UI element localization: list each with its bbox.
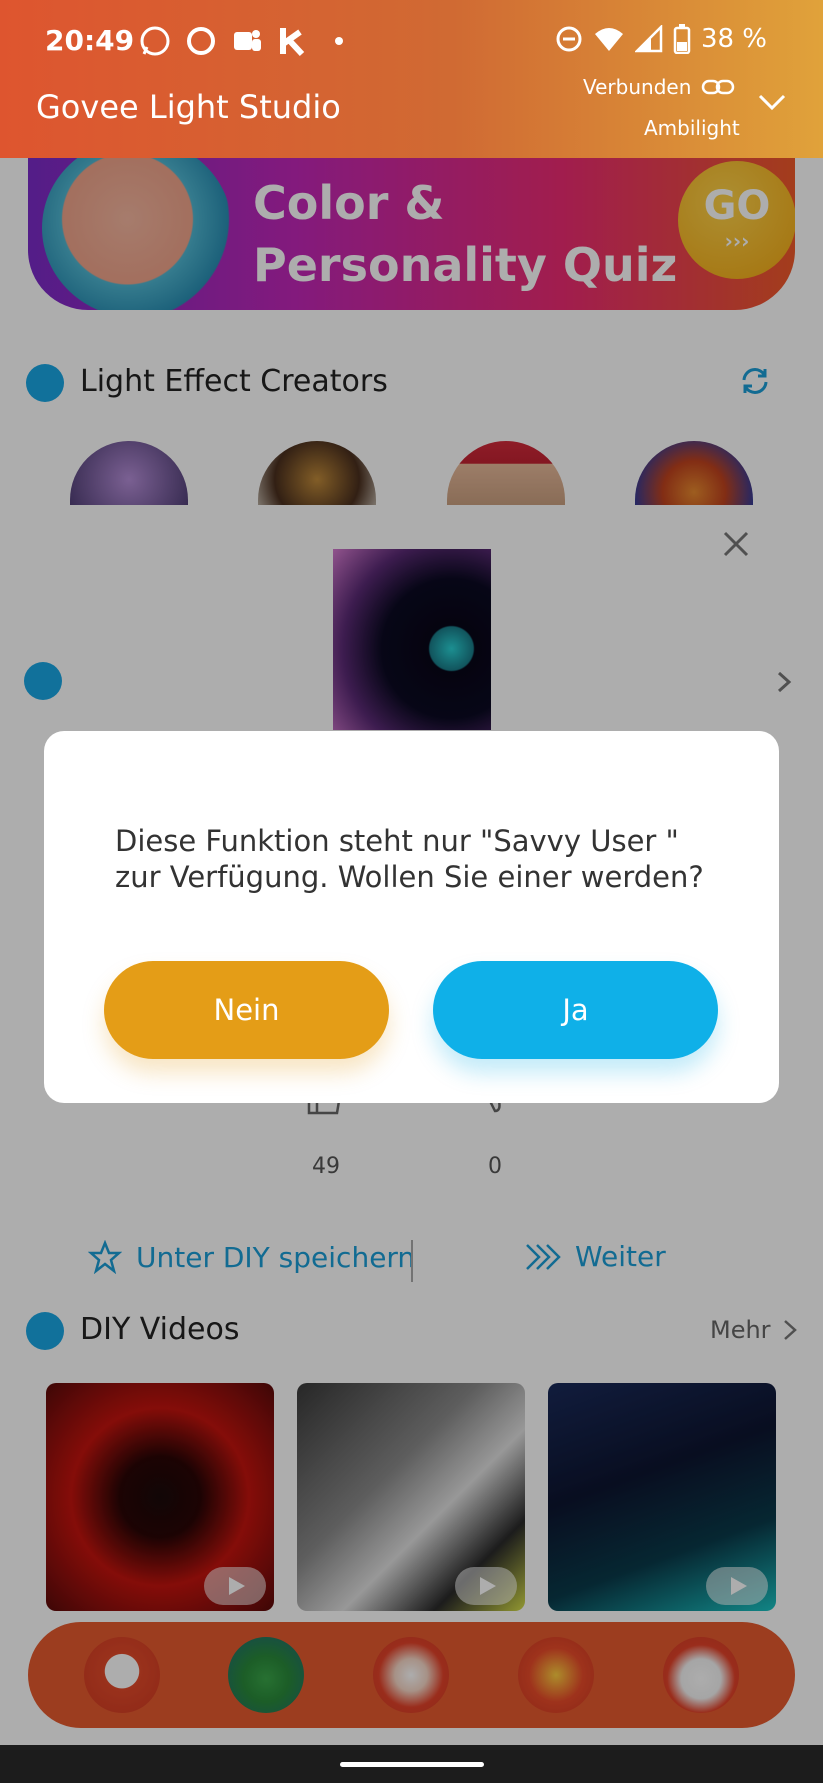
app-header: 20:49 38 % Govee Light Studio Verbunden …: [0, 0, 823, 158]
device-name[interactable]: Ambilight: [644, 116, 740, 140]
no-button[interactable]: Nein: [104, 961, 389, 1059]
whatsapp-icon: [140, 26, 170, 56]
k-app-icon: [280, 28, 305, 57]
signal-icon: [634, 25, 663, 53]
app-title: Govee Light Studio: [36, 88, 341, 126]
savvy-user-dialog: Diese Funktion steht nur "Savvy User " z…: [44, 731, 779, 1103]
dialog-message: Diese Funktion steht nur "Savvy User " z…: [115, 824, 704, 894]
system-status: 38 %: [555, 24, 767, 54]
status-time: 20:49: [45, 24, 135, 57]
battery-percent: 38 %: [700, 24, 767, 54]
home-gesture-handle[interactable]: [340, 1762, 484, 1767]
status-bar: 20:49 38 %: [0, 0, 823, 80]
connection-label: Verbunden: [583, 75, 692, 99]
dot-icon: [335, 37, 343, 45]
chevron-down-icon[interactable]: [756, 86, 788, 118]
notification-icons: [138, 24, 356, 58]
link-icon: [702, 79, 735, 95]
battery-icon: [673, 24, 691, 54]
yes-button[interactable]: Ja: [433, 961, 718, 1059]
connection-status[interactable]: Verbunden: [583, 75, 735, 99]
teams-icon: [234, 30, 261, 51]
circle-app-icon: [187, 27, 215, 55]
wifi-icon: [594, 28, 623, 51]
dnd-icon: [556, 26, 582, 52]
